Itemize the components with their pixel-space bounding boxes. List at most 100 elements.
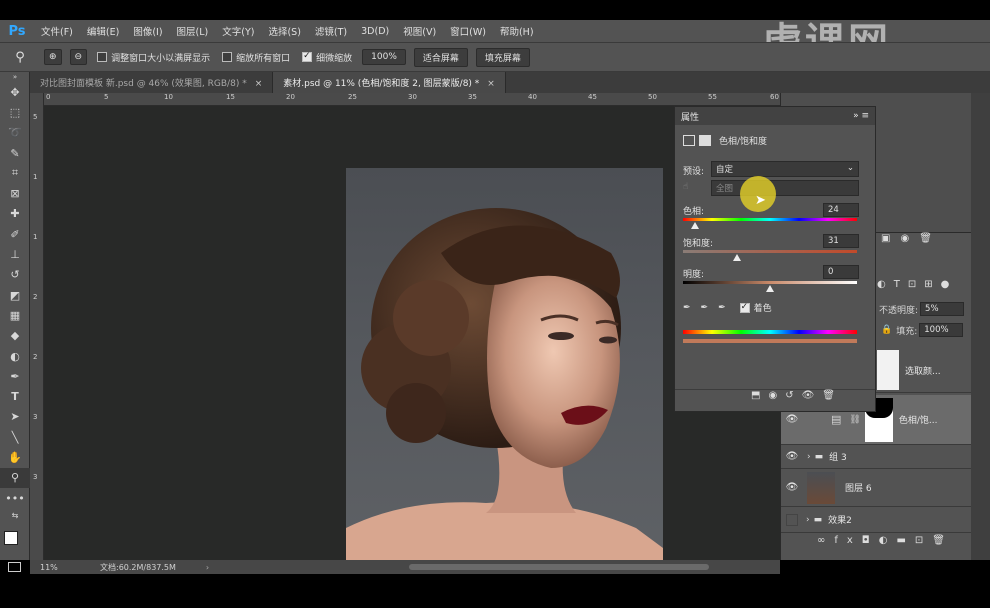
filter-adjust-icon[interactable]: ◐ <box>877 279 894 290</box>
colorize-checkbox[interactable] <box>739 302 750 313</box>
toggle-visibility-icon[interactable]: 👁 <box>802 390 823 401</box>
saturation-thumb[interactable] <box>732 254 741 261</box>
eyedropper-tool-icon[interactable]: ⊠ <box>0 183 30 203</box>
lightness-field[interactable]: 0 <box>823 265 859 279</box>
crop-tool-icon[interactable]: ⌗ <box>0 163 30 183</box>
fit-screen-button[interactable]: 适合屏幕 <box>413 47 468 67</box>
layer-mask-thumbnail[interactable] <box>877 350 899 390</box>
saturation-slider[interactable] <box>683 250 857 253</box>
zoom-out-icon[interactable]: ⊖ <box>69 49 88 65</box>
layer-row-effect-2[interactable]: › ▬ 效果2 <box>781 507 971 533</box>
filter-smart-icon[interactable]: ⊞ <box>924 279 940 290</box>
history-brush-icon[interactable]: ↺ <box>0 265 30 285</box>
visibility-eye-icon[interactable]: 👁 <box>781 482 803 493</box>
fill-screen-button[interactable]: 填充屏幕 <box>475 47 530 67</box>
tab-material[interactable]: 素材.psd @ 11% (色相/饱和度 2, 图层蒙版/8) * × <box>273 72 506 93</box>
more-tools-icon[interactable]: ••• <box>0 488 30 508</box>
move-tool-icon[interactable]: ✥ <box>0 82 30 102</box>
menu-select[interactable]: 选择(S) <box>261 24 307 38</box>
visibility-toggle[interactable] <box>786 513 798 526</box>
new-swatch-icon[interactable]: ▣ <box>881 233 900 244</box>
zoom-level[interactable]: 11% <box>40 563 90 572</box>
menu-3d[interactable]: 3D(D) <box>354 26 396 37</box>
menu-layer[interactable]: 图层(L) <box>170 24 216 38</box>
hue-slider[interactable] <box>683 218 857 221</box>
marquee-tool-icon[interactable]: ⬚ <box>0 102 30 122</box>
blur-tool-icon[interactable]: ◆ <box>0 326 30 346</box>
menu-help[interactable]: 帮助(H) <box>493 24 541 38</box>
layer-row-group-3[interactable]: 👁 › ▬ 组 3 <box>781 445 971 469</box>
screen-mode-icon[interactable] <box>8 562 21 572</box>
portrait-image[interactable] <box>346 168 663 560</box>
zoom-tool-active-icon[interactable]: ⚲ <box>0 467 30 488</box>
scrubby-zoom-checkbox[interactable] <box>302 51 313 62</box>
lock-icon[interactable]: 🔒 <box>881 325 892 335</box>
type-tool-icon[interactable]: T <box>0 386 30 406</box>
quick-select-tool-icon[interactable]: ✎ <box>0 143 30 163</box>
menu-view[interactable]: 视图(V) <box>396 24 443 38</box>
line-tool-icon[interactable]: ╲ <box>0 427 30 447</box>
eyedropper-minus-icon[interactable]: ✒ <box>718 303 726 313</box>
expand-arrow-icon[interactable]: › <box>806 515 810 525</box>
layer-row-layer-6[interactable]: 👁 图层 6 <box>781 469 971 507</box>
filter-type-icon[interactable]: T <box>894 279 908 290</box>
view-previous-icon[interactable]: ◉ <box>768 390 785 401</box>
delete-layer-icon[interactable]: 🗑 <box>932 535 954 546</box>
zoom-tool-icon[interactable]: ⚲ <box>0 50 40 65</box>
filter-shape-icon[interactable]: ⊡ <box>908 279 924 290</box>
lasso-tool-icon[interactable]: ➰ <box>0 123 30 143</box>
menu-edit[interactable]: 编辑(E) <box>80 24 126 38</box>
brush-tool-icon[interactable]: ✐ <box>0 224 30 244</box>
tab-contrast-template[interactable]: 对比图封面模板 新.psd @ 46% (效果图, RGB/8) * × <box>30 72 274 93</box>
eyedropper-icon[interactable]: ✒ <box>683 303 691 313</box>
zoom-all-option[interactable]: 缩放所有窗口 <box>222 51 290 64</box>
visibility-eye-icon[interactable]: 👁 <box>781 451 803 462</box>
opacity-field[interactable]: 5% <box>920 302 965 316</box>
link-layers-icon[interactable]: ∞ <box>817 535 834 546</box>
path-select-tool-icon[interactable]: ➤ <box>0 407 30 427</box>
new-layer-icon[interactable]: ⊡ <box>915 535 932 546</box>
resize-window-option[interactable]: 调整窗口大小以满屏显示 <box>97 51 210 64</box>
zoom-all-checkbox[interactable] <box>222 52 233 62</box>
menu-type[interactable]: 文字(Y) <box>215 24 261 38</box>
healing-tool-icon[interactable]: ✚ <box>0 204 30 224</box>
dodge-tool-icon[interactable]: ◐ <box>0 346 30 366</box>
zoom-100-button[interactable]: 100% <box>362 49 406 65</box>
trash-icon[interactable]: 🗑 <box>919 233 942 244</box>
adjustment-icon[interactable]: ◐ <box>879 535 897 546</box>
tab-close-icon[interactable]: × <box>487 79 495 89</box>
lightness-thumb[interactable] <box>766 285 774 292</box>
filter-toggle-icon[interactable]: ● <box>941 279 958 290</box>
horizontal-scrollbar[interactable] <box>409 564 710 570</box>
scrubby-zoom-option[interactable]: 细微缩放 <box>302 51 352 64</box>
chain-link-icon[interactable]: ⛓ <box>849 415 860 425</box>
stamp-tool-icon[interactable]: ⊥ <box>0 244 30 264</box>
preset-dropdown[interactable]: 自定 ⌄ <box>711 161 859 177</box>
foreground-color-swatch[interactable] <box>4 531 18 545</box>
camera-icon[interactable]: ◉ <box>900 233 919 244</box>
expand-arrow-icon[interactable]: › <box>807 452 811 462</box>
pen-tool-icon[interactable]: ✒ <box>0 366 30 386</box>
mask-icon[interactable] <box>699 135 711 146</box>
channel-dropdown[interactable]: 全图 <box>711 180 859 196</box>
visibility-eye-icon[interactable]: 👁 <box>781 414 803 425</box>
fill-field[interactable]: 100% <box>919 323 964 337</box>
eyedropper-plus-icon[interactable]: ✒ <box>701 303 709 313</box>
tab-close-icon[interactable]: × <box>255 79 263 89</box>
panel-menu-icon[interactable]: » ≡ <box>853 111 869 121</box>
menu-filter[interactable]: 滤镜(T) <box>308 24 354 38</box>
hand-tool-icon[interactable]: ✋ <box>0 447 30 467</box>
hue-field[interactable]: 24 <box>823 203 859 217</box>
lightness-slider[interactable] <box>683 281 857 284</box>
menu-image[interactable]: 图像(I) <box>126 24 169 38</box>
adjustment-icon[interactable] <box>683 135 695 146</box>
layer-thumbnail[interactable] <box>807 471 835 504</box>
new-group-icon[interactable]: ▬ <box>896 535 914 546</box>
add-mask-icon[interactable]: ◘ <box>862 535 879 546</box>
saturation-field[interactable]: 31 <box>823 234 859 248</box>
hand-adjust-icon[interactable]: ☝ <box>683 182 688 192</box>
resize-window-checkbox[interactable] <box>97 52 108 62</box>
status-menu-arrow-icon[interactable]: › <box>206 563 209 572</box>
zoom-in-icon[interactable]: ⊕ <box>44 49 62 65</box>
swap-colors-icon[interactable]: ⇆ <box>0 508 30 522</box>
